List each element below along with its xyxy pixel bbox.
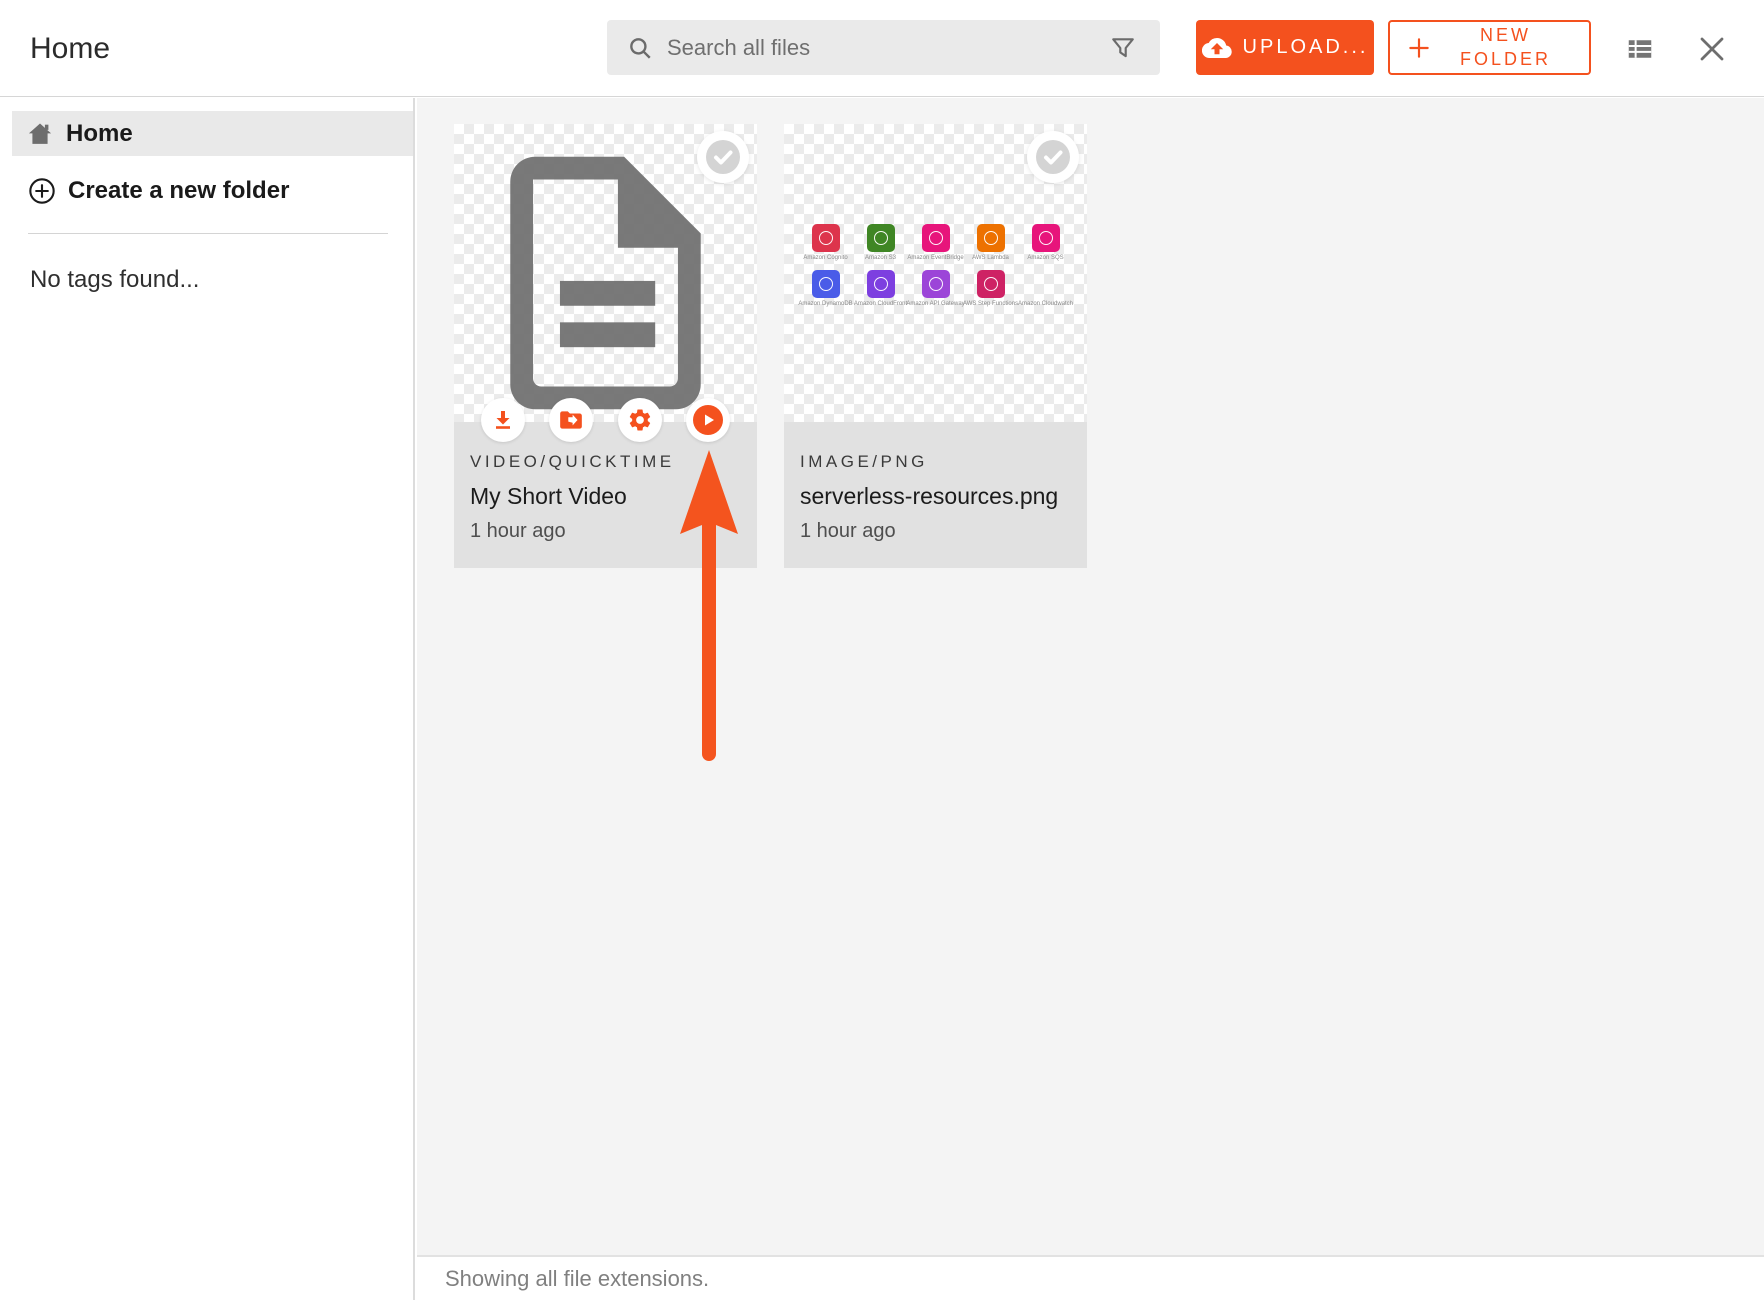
aws-service: AWS Lambda xyxy=(963,224,1018,261)
settings-button[interactable] xyxy=(618,398,662,442)
aws-service-icon xyxy=(1032,270,1060,298)
aws-service-icon xyxy=(867,270,895,298)
select-file-button[interactable] xyxy=(1027,131,1079,183)
aws-service: Amazon SQS xyxy=(1018,224,1073,261)
header-bar: Home UPLOAD... NEW FOLDER xyxy=(0,0,1764,97)
file-card-image: Amazon Cognito Amazon S3 Amazon EventBridg… xyxy=(784,124,1087,568)
upload-button-label: UPLOAD... xyxy=(1243,36,1369,59)
file-name: serverless-resources.png xyxy=(800,483,1071,510)
aws-service-icon xyxy=(922,270,950,298)
aws-service-icon xyxy=(1032,224,1060,252)
aws-service: Amazon Cloudwatch xyxy=(1018,270,1073,307)
aws-service-label: Amazon Cloudwatch xyxy=(1018,301,1073,307)
sidebar-divider xyxy=(28,233,388,234)
no-tags-message: No tags found... xyxy=(30,266,199,294)
sidebar: Home Create a new folder No tags found..… xyxy=(0,98,415,1300)
file-action-row xyxy=(454,398,757,442)
new-folder-button-label: NEW FOLDER xyxy=(1432,24,1589,71)
aws-service-label: AWS Lambda xyxy=(972,255,1009,261)
plus-circle-icon xyxy=(28,177,56,205)
aws-service-label: AWS Step Functions xyxy=(963,301,1018,307)
document-icon xyxy=(502,142,709,422)
aws-service-label: Amazon SQS xyxy=(1027,255,1063,261)
download-icon xyxy=(491,408,515,432)
file-age: 1 hour ago xyxy=(800,520,1071,543)
sidebar-item-home-label: Home xyxy=(66,120,133,148)
aws-icons-row-1: Amazon Cognito Amazon S3 Amazon EventBridg… xyxy=(795,224,1076,261)
aws-service-icon xyxy=(867,224,895,252)
aws-service-label: Amazon CloudFront xyxy=(854,301,907,307)
move-to-folder-icon xyxy=(558,407,584,433)
aws-service: AWS Step Functions xyxy=(963,270,1018,307)
new-folder-button[interactable]: NEW FOLDER xyxy=(1388,20,1591,75)
aws-service: Amazon DynamoDB xyxy=(798,270,853,307)
aws-service: Amazon EventBridge xyxy=(908,224,963,261)
check-circle-icon xyxy=(704,138,742,176)
funnel-icon xyxy=(1110,35,1136,61)
plus-icon xyxy=(1406,35,1432,61)
file-meta: IMAGE/PNG serverless-resources.png 1 hou… xyxy=(784,422,1087,568)
orange-up-arrow xyxy=(674,448,744,770)
sidebar-item-create-folder[interactable]: Create a new folder xyxy=(28,168,289,214)
sidebar-item-home[interactable]: Home xyxy=(12,111,413,156)
search-input[interactable] xyxy=(667,35,1160,61)
aws-service-label: Amazon DynamoDB xyxy=(798,301,852,307)
aws-service-label: Amazon API Gateway xyxy=(906,301,964,307)
play-icon xyxy=(692,404,724,436)
page-title: Home xyxy=(30,0,110,97)
play-button[interactable] xyxy=(686,398,730,442)
aws-service: Amazon CloudFront xyxy=(853,270,908,307)
download-button[interactable] xyxy=(481,398,525,442)
cloud-upload-icon xyxy=(1202,33,1232,63)
aws-icons-grid: Amazon Cognito Amazon S3 Amazon EventBridg… xyxy=(795,224,1076,316)
home-icon xyxy=(26,120,54,148)
aws-service-icon xyxy=(977,224,1005,252)
close-button[interactable] xyxy=(1686,0,1738,97)
select-file-button[interactable] xyxy=(697,131,749,183)
aws-service-label: Amazon Cognito xyxy=(803,255,847,261)
aws-service-icon xyxy=(812,270,840,298)
aws-service-label: Amazon S3 xyxy=(865,255,896,261)
aws-service-icon xyxy=(977,270,1005,298)
aws-service: Amazon Cognito xyxy=(798,224,853,261)
aws-service: Amazon API Gateway xyxy=(908,270,963,307)
file-type-label: IMAGE/PNG xyxy=(800,452,1071,472)
status-bar: Showing all file extensions. xyxy=(417,1255,1764,1300)
aws-service-icon xyxy=(922,224,950,252)
search-box xyxy=(607,20,1160,75)
close-icon xyxy=(1697,34,1727,64)
aws-service-icon xyxy=(812,224,840,252)
search-icon xyxy=(627,35,653,61)
filter-button[interactable] xyxy=(1100,20,1146,75)
move-to-folder-button[interactable] xyxy=(549,398,593,442)
list-view-icon xyxy=(1625,34,1655,64)
status-message: Showing all file extensions. xyxy=(445,1266,709,1292)
list-view-toggle-button[interactable] xyxy=(1614,0,1666,97)
gear-icon xyxy=(627,407,653,433)
check-circle-icon xyxy=(1034,138,1072,176)
upload-button[interactable]: UPLOAD... xyxy=(1196,20,1374,75)
aws-service-label: Amazon EventBridge xyxy=(907,255,963,261)
sidebar-item-create-folder-label: Create a new folder xyxy=(68,177,289,205)
file-manager-window: Home UPLOAD... NEW FOLDER xyxy=(0,0,1764,1300)
aws-icons-row-2: Amazon DynamoDBAmazon CloudFrontAmazon A… xyxy=(795,270,1076,307)
file-grid-area: VIDEO/QUICKTIME My Short Video 1 hour ag… xyxy=(417,98,1764,1255)
aws-service: Amazon S3 xyxy=(853,224,908,261)
